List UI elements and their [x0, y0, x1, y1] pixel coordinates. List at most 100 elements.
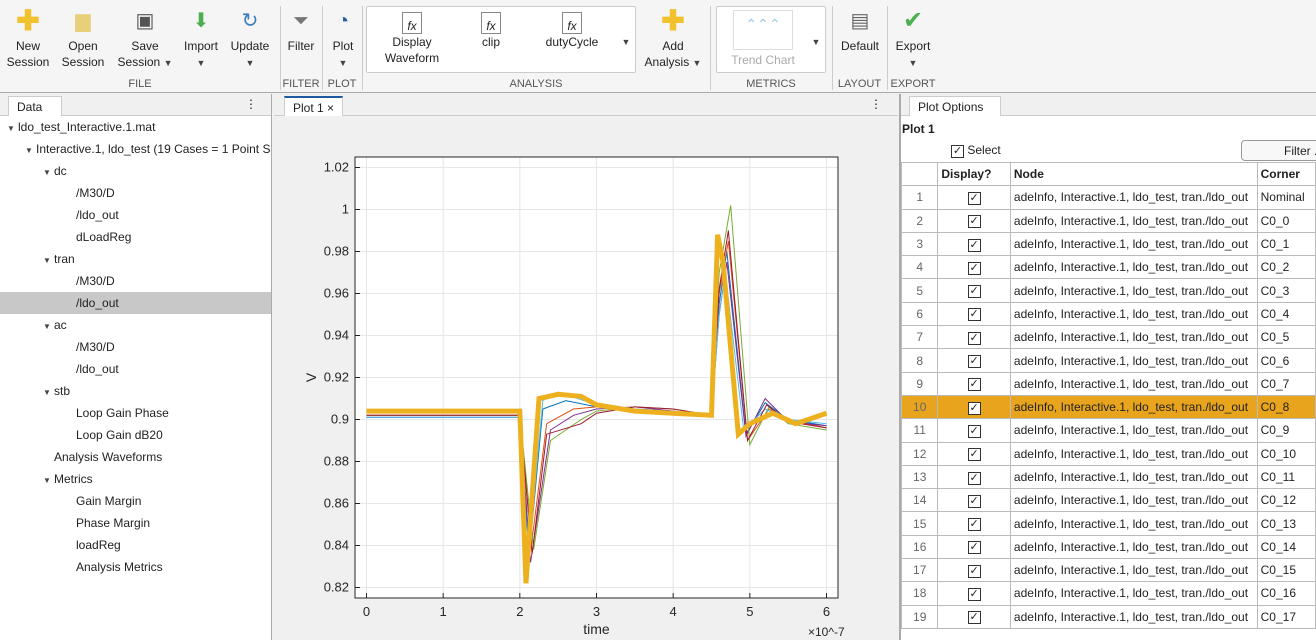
expand-triangle-icon[interactable]: ▼ — [40, 382, 54, 404]
tree-node[interactable]: Analysis Metrics — [0, 556, 271, 578]
expand-triangle-icon[interactable]: ▼ — [22, 140, 36, 162]
table-row[interactable]: 19 ✓ adeInfo, Interactive.1, ldo_test, tra… — [900, 604, 1316, 629]
display-checkbox-cell[interactable]: ✓ — [937, 511, 1011, 536]
table-row[interactable]: 14 ✓ adeInfo, Interactive.1, ldo_test, tra… — [900, 488, 1316, 513]
table-row[interactable]: 18 ✓ adeInfo, Interactive.1, ldo_test, tra… — [900, 581, 1316, 606]
tree-node[interactable]: ▼ Interactive.1, ldo_test (19 Cases = 1 P… — [0, 138, 271, 160]
checkbox[interactable]: ✓ — [967, 471, 981, 485]
tree-node[interactable]: Loop Gain dB20 — [0, 424, 271, 446]
select-all-checkbox[interactable]: ✓ Select — [951, 143, 1001, 158]
tree-node[interactable]: dLoadReg — [0, 226, 271, 248]
display-checkbox-cell[interactable]: ✓ — [937, 418, 1011, 443]
tree-node[interactable]: loadReg — [0, 534, 271, 556]
column-header-display[interactable]: Display? — [937, 161, 1011, 187]
expand-triangle-icon[interactable]: ▼ — [4, 118, 18, 140]
clip-button[interactable]: fx clip — [462, 12, 520, 50]
table-row[interactable]: 8 ✓ adeInfo, Interactive.1, ldo_test, tran… — [900, 348, 1316, 373]
tree-node[interactable]: /M30/D — [0, 270, 271, 292]
gallery-expand-button[interactable]: ▼ — [618, 34, 634, 50]
checkbox[interactable]: ✓ — [967, 308, 981, 322]
table-row[interactable]: 15 ✓ adeInfo, Interactive.1, ldo_test, tra… — [900, 511, 1316, 536]
display-checkbox-cell[interactable]: ✓ — [937, 255, 1011, 280]
update-button[interactable]: ↻ Update ▼ — [228, 8, 272, 71]
checkbox[interactable]: ✓ — [967, 518, 981, 532]
tree-node[interactable]: /ldo_out — [0, 204, 271, 226]
display-checkbox-cell[interactable]: ✓ — [937, 301, 1011, 327]
display-checkbox-cell[interactable]: ✓ — [937, 441, 1011, 466]
display-checkbox-cell[interactable]: ✓ — [937, 231, 1011, 257]
save-session-button[interactable]: ▣ Save Session ▼ — [114, 8, 176, 71]
display-waveform-button[interactable]: fx Display Waveform — [374, 12, 450, 66]
tree-node[interactable]: /ldo_out — [0, 292, 271, 314]
display-checkbox-cell[interactable]: ✓ — [937, 581, 1011, 606]
checkbox[interactable]: ✓ — [967, 564, 981, 578]
display-checkbox-cell[interactable]: ✓ — [937, 348, 1011, 373]
checkbox[interactable]: ✓ — [967, 541, 981, 555]
table-row[interactable]: 3 ✓ adeInfo, Interactive.1, ldo_test, tran… — [900, 231, 1316, 257]
tab-data[interactable]: Data — [8, 96, 62, 116]
table-row[interactable]: 1 ✓ adeInfo, Interactive.1, ldo_test, tran… — [900, 185, 1316, 210]
tab-plot-options[interactable]: Plot Options — [909, 96, 1001, 116]
table-row[interactable]: 2 ✓ adeInfo, Interactive.1, ldo_test, tran… — [900, 208, 1316, 233]
filter-button[interactable]: ⏷ Filter — [284, 8, 318, 54]
checkbox[interactable]: ✓ — [967, 355, 981, 369]
checkbox[interactable]: ✓ — [967, 331, 981, 345]
tab-plot-1[interactable]: Plot 1 × — [284, 96, 344, 116]
display-checkbox-cell[interactable]: ✓ — [937, 371, 1011, 396]
expand-triangle-icon[interactable]: ▼ — [40, 316, 54, 338]
tree-node[interactable]: ▼ Metrics — [0, 468, 271, 490]
expand-triangle-icon[interactable]: ▼ — [40, 250, 54, 272]
checkbox[interactable]: ✓ — [967, 238, 981, 252]
table-row[interactable]: 4 ✓ adeInfo, Interactive.1, ldo_test, tran… — [900, 255, 1316, 280]
display-checkbox-cell[interactable]: ✓ — [937, 185, 1011, 210]
expand-triangle-icon[interactable]: ▼ — [40, 162, 54, 184]
tree-node[interactable]: /M30/D — [0, 182, 271, 204]
checkbox[interactable]: ✓ — [967, 401, 981, 415]
table-row[interactable]: 13 ✓ adeInfo, Interactive.1, ldo_test, tra… — [900, 464, 1316, 490]
dutycycle-button[interactable]: fx dutyCycle — [536, 12, 608, 50]
checkbox[interactable]: ✓ — [967, 494, 981, 508]
checkbox[interactable]: ✓ — [967, 191, 981, 205]
checkbox[interactable]: ✓ — [967, 611, 981, 625]
checkbox[interactable]: ✓ — [967, 424, 981, 438]
close-icon[interactable]: × — [327, 101, 334, 115]
tree-node[interactable]: ▼ stb — [0, 380, 271, 402]
tree-node[interactable]: ▼ dc — [0, 160, 271, 182]
checkbox[interactable]: ✓ — [967, 448, 981, 462]
tree-node[interactable]: /M30/D — [0, 336, 271, 358]
display-checkbox-cell[interactable]: ✓ — [937, 558, 1011, 583]
tree-node[interactable]: ▼ ac — [0, 314, 271, 336]
table-row[interactable]: 9 ✓ adeInfo, Interactive.1, ldo_test, tran… — [900, 371, 1316, 396]
export-button[interactable]: ✔ Export ▼ — [890, 8, 936, 71]
tree-node[interactable]: ▼ ldo_test_Interactive.1.mat — [0, 116, 271, 138]
tree-node[interactable]: Loop Gain Phase — [0, 402, 271, 424]
tree-node[interactable]: Phase Margin — [0, 512, 271, 534]
table-row[interactable]: 12 ✓ adeInfo, Interactive.1, ldo_test, tra… — [900, 441, 1316, 466]
display-checkbox-cell[interactable]: ✓ — [937, 604, 1011, 629]
display-checkbox-cell[interactable]: ✓ — [937, 208, 1011, 233]
checkbox[interactable]: ✓ — [967, 215, 981, 229]
display-checkbox-cell[interactable]: ✓ — [937, 464, 1011, 490]
column-header-node[interactable]: Node — [1009, 161, 1258, 187]
import-button[interactable]: ⬇ Import ▼ — [180, 8, 222, 71]
table-row[interactable]: 10 ✓ adeInfo, Interactive.1, ldo_test, tra… — [900, 394, 1316, 420]
default-layout-button[interactable]: ▤ Default — [836, 8, 884, 54]
open-session-button[interactable]: ▆ Open Session — [58, 8, 108, 70]
plot-button[interactable]: ◔ Plot ▼ — [326, 8, 360, 71]
checkbox[interactable]: ✓ — [967, 285, 981, 299]
table-row[interactable]: 16 ✓ adeInfo, Interactive.1, ldo_test, tra… — [900, 534, 1316, 560]
table-row[interactable]: 5 ✓ adeInfo, Interactive.1, ldo_test, tran… — [900, 278, 1316, 303]
display-checkbox-cell[interactable]: ✓ — [937, 394, 1011, 420]
waveform-chart[interactable]: 0 1 2 3 4 5 6 0.82 0.84 0.86 0.88 0.9 0.92 0.94 0.96 0.… — [274, 116, 898, 640]
tree-node[interactable]: Gain Margin — [0, 490, 271, 512]
column-header-corner[interactable]: Corner — [1256, 161, 1316, 187]
display-checkbox-cell[interactable]: ✓ — [937, 534, 1011, 560]
checkbox[interactable]: ✓ — [967, 587, 981, 601]
table-row[interactable]: 6 ✓ adeInfo, Interactive.1, ldo_test, tran… — [900, 301, 1316, 327]
filter-button[interactable]: Filter ... — [1241, 140, 1316, 161]
panel-menu-icon[interactable]: ⋮ — [870, 97, 882, 111]
table-row[interactable]: 7 ✓ adeInfo, Interactive.1, ldo_test, tran… — [900, 325, 1316, 350]
tree-node[interactable]: /ldo_out — [0, 358, 271, 380]
display-checkbox-cell[interactable]: ✓ — [937, 278, 1011, 303]
tree-node[interactable]: ▼ tran — [0, 248, 271, 270]
